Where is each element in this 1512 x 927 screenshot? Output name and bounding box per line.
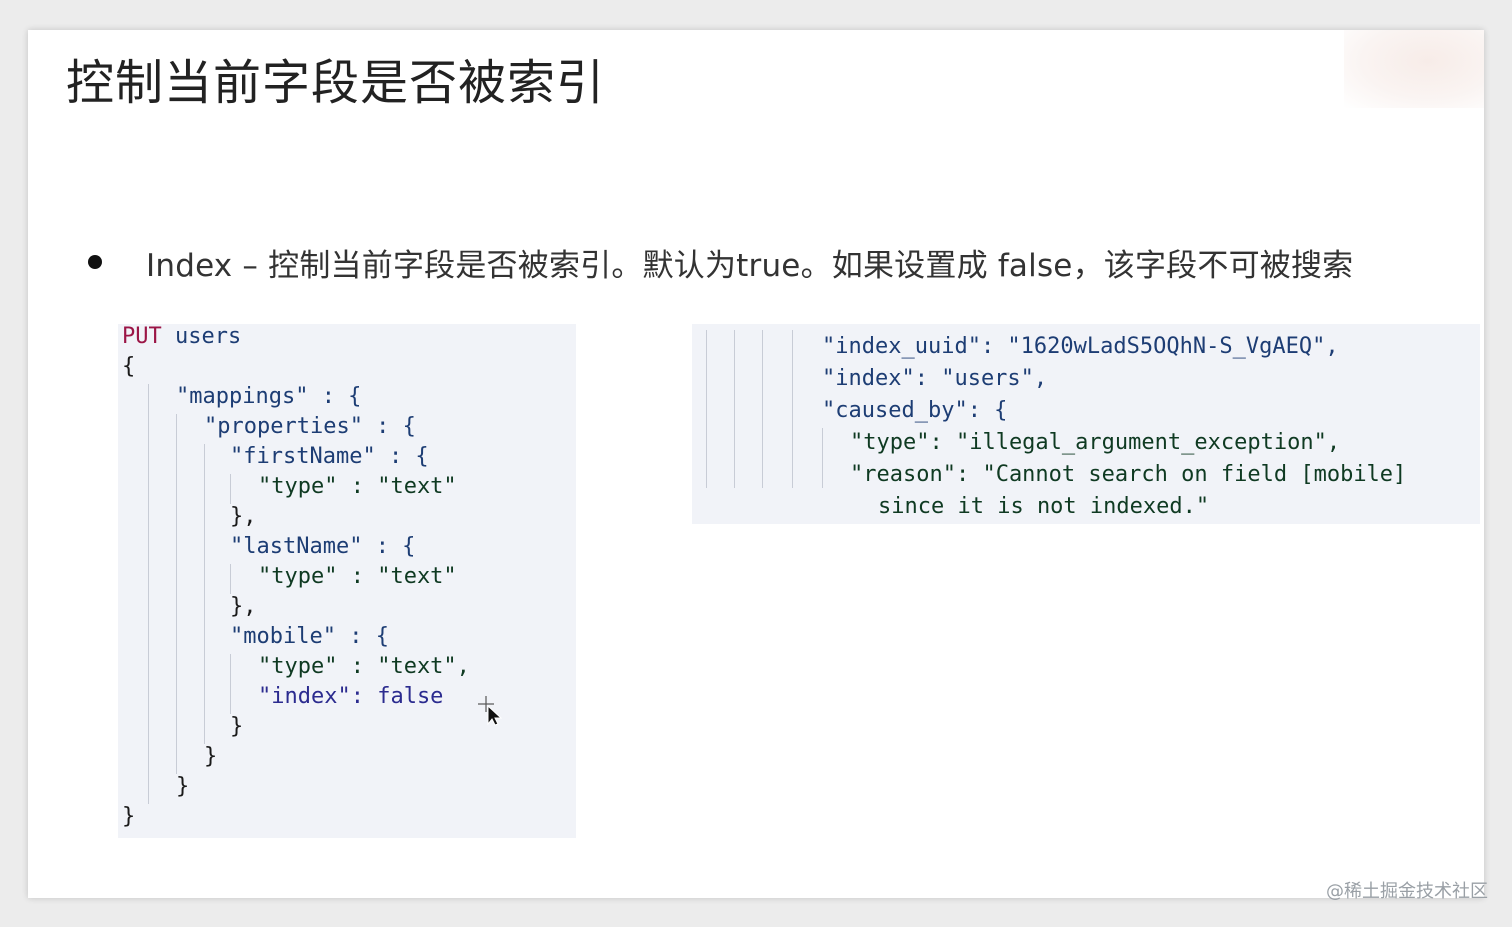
bullet-point: Index – 控制当前字段是否被索引。默认为true。如果设置成 false，…: [88, 240, 1468, 284]
response-line: "reason": "Cannot search on field [mobil…: [850, 462, 1407, 487]
response-line: "index": "users",: [822, 366, 1048, 391]
code-line: }: [204, 744, 218, 769]
watermark: @稀土掘金技术社区: [1326, 881, 1488, 902]
corner-blur: [1344, 30, 1484, 108]
code-line: "firstName" : {: [230, 444, 429, 469]
code-line: "mappings" : {: [176, 384, 362, 409]
code-line: "type" : "text": [258, 564, 457, 589]
code-line: }: [176, 774, 190, 799]
code-line-index-false: "index": false: [258, 684, 444, 709]
slide: 控制当前字段是否被索引 Index – 控制当前字段是否被索引。默认为true。…: [28, 30, 1484, 898]
code-line: "properties" : {: [204, 414, 416, 439]
slide-title: 控制当前字段是否被索引: [66, 55, 606, 111]
code-line: },: [230, 504, 257, 529]
move-cursor-icon: [478, 696, 502, 726]
code-line: "type" : "text",: [258, 654, 470, 679]
code-line: }: [122, 804, 136, 829]
code-line: }: [230, 714, 244, 739]
response-line: since it is not indexed.": [878, 494, 1210, 519]
request-line-1: PUT users: [122, 322, 241, 352]
endpoint: users: [175, 324, 242, 349]
code-line: "lastName" : {: [230, 534, 416, 559]
response-line: "type": "illegal_argument_exception",: [850, 430, 1341, 455]
bullet-text: Index – 控制当前字段是否被索引。默认为true。如果设置成 false，…: [146, 247, 1354, 284]
code-line: {: [122, 354, 136, 379]
code-line: "mobile" : {: [230, 624, 389, 649]
response-code-block: "index_uuid": "1620wLadS5OQhN-S_VgAEQ", …: [692, 324, 1480, 524]
response-line: "index_uuid": "1620wLadS5OQhN-S_VgAEQ",: [822, 334, 1339, 359]
code-line: },: [230, 594, 257, 619]
response-line: "caused_by": {: [822, 398, 1008, 423]
bullet-dot-icon: [88, 255, 102, 269]
request-code-block: PUT users { "mappings" : { "properties" …: [118, 324, 576, 838]
http-method: PUT: [122, 324, 162, 349]
code-line: "type" : "text": [258, 474, 457, 499]
